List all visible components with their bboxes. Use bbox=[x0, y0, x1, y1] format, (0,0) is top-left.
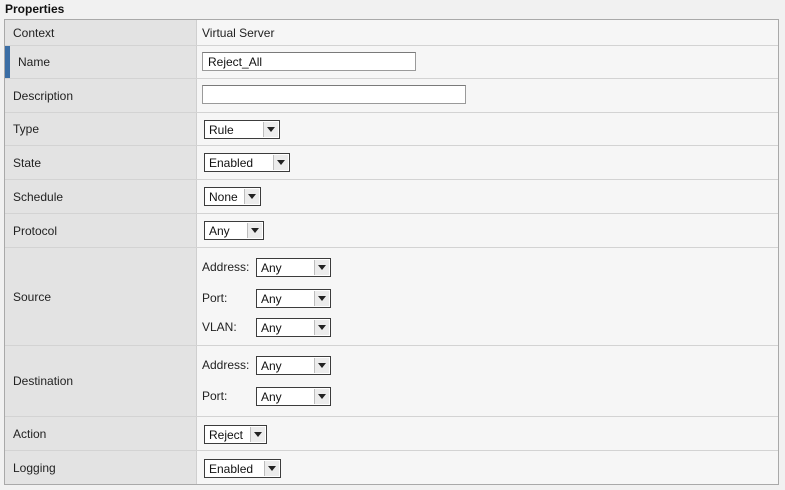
action-label: Action bbox=[5, 417, 197, 450]
chevron-down-icon[interactable] bbox=[263, 122, 278, 137]
action-select-value: Reject bbox=[209, 428, 244, 442]
row-action: Action Reject bbox=[5, 417, 778, 451]
chevron-down-icon[interactable] bbox=[314, 389, 329, 404]
logging-select[interactable]: Enabled bbox=[204, 459, 281, 478]
chevron-down-icon[interactable] bbox=[244, 189, 259, 204]
chevron-down-icon[interactable] bbox=[314, 291, 329, 306]
chevron-down-icon[interactable] bbox=[314, 358, 329, 373]
destination-port-value: Any bbox=[261, 390, 282, 404]
destination-port-label: Port: bbox=[202, 389, 228, 403]
state-select-value: Enabled bbox=[209, 156, 254, 170]
source-port-label: Port: bbox=[202, 291, 228, 305]
action-value-cell: Reject bbox=[197, 417, 778, 450]
destination-address-label: Address: bbox=[202, 358, 250, 372]
logging-value-cell: Enabled bbox=[197, 451, 778, 484]
destination-port-select[interactable]: Any bbox=[256, 387, 331, 406]
destination-address-value: Any bbox=[261, 359, 282, 373]
name-label: Name bbox=[5, 46, 197, 78]
state-value-cell: Enabled bbox=[197, 146, 778, 179]
row-logging: Logging Enabled bbox=[5, 451, 778, 484]
source-vlan-label: VLAN: bbox=[202, 320, 237, 334]
row-schedule: Schedule None bbox=[5, 180, 778, 214]
source-vlan-select[interactable]: Any bbox=[256, 318, 331, 337]
schedule-value-cell: None bbox=[197, 180, 778, 213]
chevron-down-icon[interactable] bbox=[247, 223, 262, 238]
row-name: Name bbox=[5, 46, 778, 79]
source-port-select[interactable]: Any bbox=[256, 289, 331, 308]
source-port-value: Any bbox=[261, 292, 282, 306]
protocol-select[interactable]: Any bbox=[204, 221, 264, 240]
row-type: Type Rule bbox=[5, 113, 778, 146]
description-value-cell bbox=[197, 79, 778, 112]
destination-value-cell: Address: Any Port: Any bbox=[197, 346, 778, 416]
destination-address-select[interactable]: Any bbox=[256, 356, 331, 375]
row-protocol: Protocol Any bbox=[5, 214, 778, 248]
description-input[interactable] bbox=[202, 85, 466, 104]
panel-title: Properties bbox=[5, 2, 65, 16]
chevron-down-icon[interactable] bbox=[314, 260, 329, 275]
name-input[interactable] bbox=[202, 52, 416, 71]
source-vlan-value: Any bbox=[261, 321, 282, 335]
type-select-value: Rule bbox=[209, 123, 234, 137]
type-value-cell: Rule bbox=[197, 113, 778, 145]
chevron-down-icon[interactable] bbox=[314, 320, 329, 335]
source-label: Source bbox=[5, 248, 197, 345]
name-value-cell bbox=[197, 46, 778, 78]
schedule-select-value: None bbox=[209, 190, 238, 204]
action-select[interactable]: Reject bbox=[204, 425, 267, 444]
context-label: Context bbox=[5, 20, 197, 45]
schedule-select[interactable]: None bbox=[204, 187, 261, 206]
schedule-label: Schedule bbox=[5, 180, 197, 213]
source-address-select[interactable]: Any bbox=[256, 258, 331, 277]
chevron-down-icon[interactable] bbox=[273, 155, 288, 170]
protocol-select-value: Any bbox=[209, 224, 230, 238]
source-address-value: Any bbox=[261, 261, 282, 275]
protocol-value-cell: Any bbox=[197, 214, 778, 247]
context-value: Virtual Server bbox=[202, 26, 275, 40]
state-label: State bbox=[5, 146, 197, 179]
chevron-down-icon[interactable] bbox=[250, 427, 265, 442]
row-destination: Destination Address: Any Port: Any bbox=[5, 346, 778, 417]
description-label: Description bbox=[5, 79, 197, 112]
type-select[interactable]: Rule bbox=[204, 120, 280, 139]
row-description: Description bbox=[5, 79, 778, 113]
logging-label: Logging bbox=[5, 451, 197, 484]
logging-select-value: Enabled bbox=[209, 462, 254, 476]
state-select[interactable]: Enabled bbox=[204, 153, 290, 172]
source-value-cell: Address: Any Port: Any VLAN: Any bbox=[197, 248, 778, 345]
row-source: Source Address: Any Port: Any VLAN: Any bbox=[5, 248, 778, 346]
destination-label: Destination bbox=[5, 346, 197, 416]
type-label: Type bbox=[5, 113, 197, 145]
row-state: State Enabled bbox=[5, 146, 778, 180]
protocol-label: Protocol bbox=[5, 214, 197, 247]
properties-table: Context Virtual Server Name Description … bbox=[4, 19, 779, 485]
source-address-label: Address: bbox=[202, 260, 250, 274]
row-context: Context Virtual Server bbox=[5, 20, 778, 46]
context-value-cell: Virtual Server bbox=[197, 20, 778, 45]
chevron-down-icon[interactable] bbox=[264, 461, 279, 476]
